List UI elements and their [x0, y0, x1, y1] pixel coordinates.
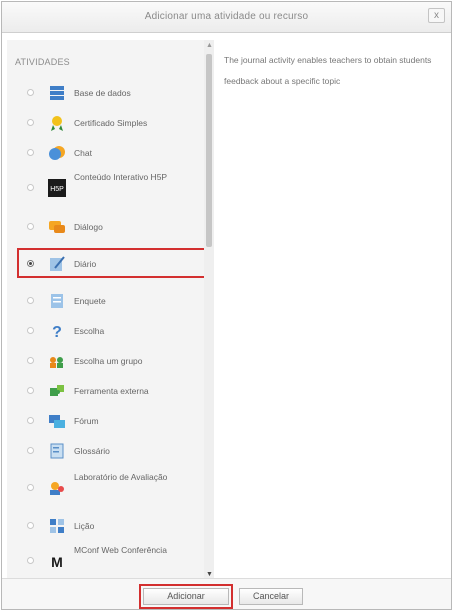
- activity-label: Base de dados: [74, 88, 131, 98]
- activity-item-enquete[interactable]: Enquete: [7, 286, 202, 316]
- certificate-icon: [47, 113, 66, 132]
- activity-description: The journal activity enables teachers to…: [224, 55, 432, 86]
- lesson-icon: [47, 516, 66, 535]
- close-button[interactable]: x: [428, 8, 445, 23]
- activity-label: Lição: [74, 521, 95, 531]
- svg-text:M: M: [51, 554, 63, 570]
- activity-label: Chat: [74, 148, 92, 158]
- puzzle-icon: [47, 381, 66, 400]
- activity-radio[interactable]: [27, 387, 34, 394]
- activity-label: Ferramenta externa: [74, 386, 149, 396]
- add-activity-dialog: Adicionar uma atividade ou recurso x ATI…: [1, 1, 452, 610]
- svg-text:?: ?: [52, 324, 62, 340]
- activity-item-mconf[interactable]: M MConf Web Conferência: [7, 541, 202, 580]
- activity-radio[interactable]: [27, 119, 34, 126]
- chat-icon: [47, 143, 66, 162]
- activity-label: Diálogo: [74, 222, 103, 232]
- activity-radio[interactable]: [27, 484, 34, 491]
- activity-list-pane[interactable]: ATIVIDADES Base de dados Certificado Sim…: [7, 40, 214, 580]
- list-scrollbar[interactable]: ▲ ▼: [204, 40, 214, 580]
- dialog-title: Adicionar uma atividade ou recurso: [144, 11, 309, 22]
- activity-label: Escolha: [74, 326, 105, 336]
- add-button[interactable]: Adicionar: [143, 588, 229, 605]
- activity-label: Escolha um grupo: [74, 356, 143, 366]
- choice-icon: ?: [47, 321, 66, 340]
- section-heading: ATIVIDADES: [15, 57, 70, 67]
- poll-icon: [47, 291, 66, 310]
- selected-item-highlight: [17, 248, 206, 278]
- activity-radio[interactable]: [27, 447, 34, 454]
- activity-radio[interactable]: [27, 417, 34, 424]
- activity-item-glossario[interactable]: Glossário: [7, 436, 202, 466]
- activity-radio[interactable]: [27, 357, 34, 364]
- cancel-button[interactable]: Cancelar: [239, 588, 303, 605]
- activity-radio[interactable]: [27, 297, 34, 304]
- activity-item-chat[interactable]: Chat: [7, 138, 202, 168]
- activity-label: Fórum: [74, 416, 99, 426]
- h5p-icon: H5P: [47, 178, 66, 197]
- svg-text:H5P: H5P: [50, 186, 64, 193]
- scroll-up-arrow-icon[interactable]: ▲: [206, 42, 213, 49]
- database-icon: [47, 83, 66, 102]
- activity-label: Laboratório de Avaliação: [74, 472, 168, 482]
- scroll-down-arrow-icon[interactable]: ▼: [206, 571, 213, 578]
- activity-radio[interactable]: [27, 89, 34, 96]
- activity-radio[interactable]: [27, 557, 34, 564]
- activity-radio[interactable]: [27, 327, 34, 334]
- dialogue-icon: [47, 217, 66, 236]
- activity-item-ferramenta-externa[interactable]: Ferramenta externa: [7, 376, 202, 406]
- activity-item-certificado-simples[interactable]: Certificado Simples: [7, 108, 202, 138]
- activity-label: MConf Web Conferência: [74, 545, 167, 555]
- dialog-titlebar: Adicionar uma atividade ou recurso x: [2, 2, 451, 33]
- activity-item-laboratorio[interactable]: Laboratório de Avaliação: [7, 468, 202, 508]
- activity-label: Enquete: [74, 296, 106, 306]
- activity-radio[interactable]: [27, 149, 34, 156]
- activity-label: Conteúdo Interativo H5P: [74, 172, 168, 182]
- activity-radio[interactable]: [27, 184, 34, 191]
- activity-item-dialogo[interactable]: Diálogo: [7, 212, 202, 242]
- workshop-icon: [47, 478, 66, 497]
- activity-item-escolha[interactable]: ? Escolha: [7, 316, 202, 346]
- scroll-thumb[interactable]: [206, 54, 212, 247]
- dialog-footer: Adicionar Cancelar: [2, 578, 451, 609]
- group-choice-icon: [47, 351, 66, 370]
- glossary-icon: [47, 441, 66, 460]
- activity-item-base-de-dados[interactable]: Base de dados: [7, 78, 202, 108]
- activity-radio[interactable]: [27, 223, 34, 230]
- activity-item-forum[interactable]: Fórum: [7, 406, 202, 436]
- activity-label: Glossário: [74, 446, 110, 456]
- activity-item-licao[interactable]: Lição: [7, 511, 202, 541]
- activity-label: Certificado Simples: [74, 118, 148, 128]
- activity-item-h5p[interactable]: H5P Conteúdo Interativo H5P: [7, 168, 202, 208]
- activity-radio[interactable]: [27, 522, 34, 529]
- forum-icon: [47, 411, 66, 430]
- mconf-icon: M: [47, 551, 66, 570]
- activity-item-escolha-um-grupo[interactable]: Escolha um grupo: [7, 346, 202, 376]
